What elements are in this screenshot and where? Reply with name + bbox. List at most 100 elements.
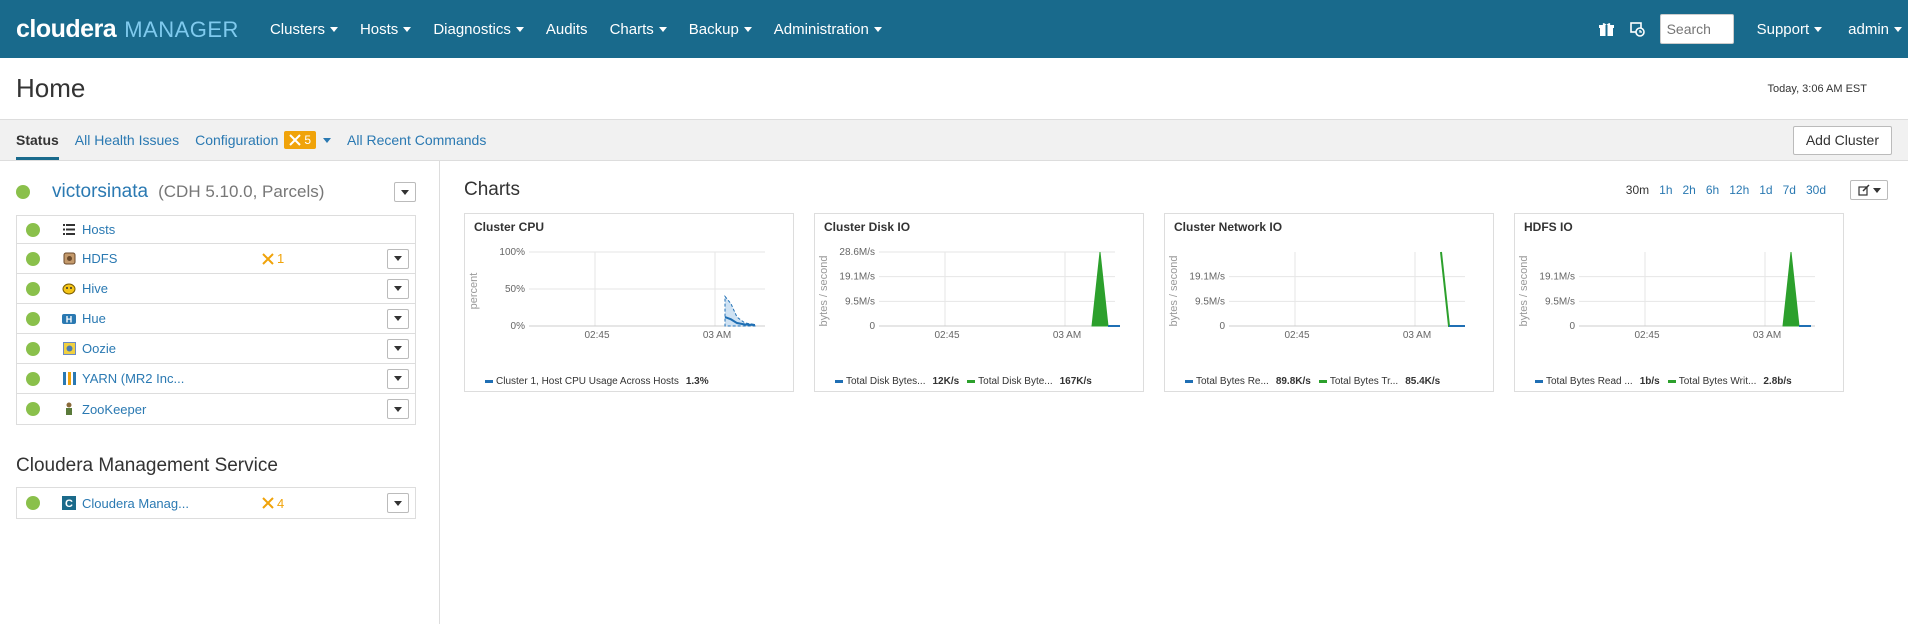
chart-edit-dropdown[interactable] (1850, 180, 1888, 200)
nav-backup[interactable]: Backup (678, 21, 763, 38)
chart-card[interactable]: HDFS IO bytes / second 19.1M/s 9.5M/s 0 02:45… (1514, 213, 1844, 392)
service-actions-dropdown[interactable] (387, 493, 409, 513)
service-name-link[interactable]: Cloudera Manag... (82, 496, 262, 511)
time-range-selector: 30m 1h 2h 6h 12h 1d 7d 30d (1626, 183, 1826, 197)
tab-configuration-label: Configuration (195, 132, 279, 148)
x-tick-label: 03 AM (1053, 330, 1081, 341)
tab-all-health-issues[interactable]: All Health Issues (75, 120, 179, 160)
y-tick-label: 9.5M/s (1545, 296, 1575, 307)
nav-hosts-label: Hosts (359, 20, 399, 38)
list-item: H Hue (17, 304, 415, 334)
legend-item[interactable]: Total Disk Bytes... 12K/s (835, 376, 959, 387)
chart-card[interactable]: Cluster Disk IO bytes / second 28.6M/s 19.1… (814, 213, 1144, 392)
chevron-down-icon (394, 316, 402, 321)
tab-status[interactable]: Status (16, 120, 59, 160)
nav-support[interactable]: Support (1746, 21, 1834, 38)
time-range-30d[interactable]: 30d (1806, 183, 1826, 197)
service-name-link[interactable]: Hue (82, 311, 262, 326)
chart-title: Cluster CPU (474, 220, 545, 234)
time-range-7d[interactable]: 7d (1783, 183, 1796, 197)
service-name-link[interactable]: YARN (MR2 Inc... (82, 371, 262, 386)
service-name-link[interactable]: ZooKeeper (82, 402, 262, 417)
running-commands-icon[interactable] (1624, 16, 1650, 42)
service-actions-dropdown[interactable] (387, 308, 409, 329)
y-tick-label: 0 (1569, 321, 1575, 332)
service-actions-dropdown[interactable] (387, 399, 409, 419)
y-tick-label: 19.1M/s (1189, 272, 1225, 283)
chevron-down-icon (658, 26, 667, 32)
legend-item[interactable]: Total Bytes Read ... 1b/s (1535, 376, 1660, 387)
legend-item[interactable]: Cluster 1, Host CPU Usage Across Hosts 1.… (485, 376, 709, 387)
chevron-down-icon (323, 137, 332, 143)
x-tick-label: 02:45 (584, 330, 609, 341)
nav-hosts[interactable]: Hosts (349, 21, 422, 38)
config-warning[interactable]: 1 (262, 251, 284, 266)
tab-all-recent-commands[interactable]: All Recent Commands (347, 120, 486, 160)
time-range-1d[interactable]: 1d (1759, 183, 1772, 197)
y-tick-label: 0 (1219, 321, 1225, 332)
cluster-actions-dropdown[interactable] (394, 182, 416, 202)
nav-charts[interactable]: Charts (599, 21, 678, 38)
time-range-2h[interactable]: 2h (1683, 183, 1696, 197)
chart-plot: bytes / second 28.6M/s 19.1M/s 9.5M/s 0 02:45… (818, 247, 1120, 341)
service-name-link[interactable]: HDFS (82, 251, 262, 266)
parcel-icon[interactable] (1594, 16, 1620, 42)
chart-title: Cluster Disk IO (824, 220, 911, 234)
service-actions-dropdown[interactable] (387, 278, 409, 299)
page-timestamp[interactable]: Today, 3:06 AM EST (1768, 83, 1867, 95)
top-navbar: cloudera MANAGER Clusters Hosts Diagnost… (0, 0, 1908, 58)
legend-item[interactable]: Total Disk Byte... 167K/s (967, 376, 1092, 387)
legend-label: Total Bytes Writ... (1678, 376, 1757, 387)
legend-item[interactable]: Total Bytes Re... 89.8K/s (1185, 376, 1311, 387)
y-axis-label: bytes / second (818, 256, 830, 327)
time-range-6h[interactable]: 6h (1706, 183, 1719, 197)
nav-administration[interactable]: Administration (763, 21, 893, 38)
y-tick-label: 50% (505, 284, 525, 295)
wrench-icon (289, 134, 302, 146)
x-tick-label: 02:45 (1634, 330, 1659, 341)
time-range-12h[interactable]: 12h (1729, 183, 1749, 197)
cluster-name-link[interactable]: victorsinata (52, 181, 148, 203)
config-warning[interactable]: 4 (262, 496, 284, 511)
main-nav: Clusters Hosts Diagnostics Audits Charts… (259, 21, 893, 38)
service-name-link[interactable]: Hosts (82, 222, 262, 237)
legend-item[interactable]: Total Bytes Writ... 2.8b/s (1667, 376, 1792, 387)
time-range-30m[interactable]: 30m (1626, 183, 1649, 197)
mgmt-service-list: C Cloudera Manag... 4 (16, 487, 416, 519)
chevron-down-icon (1814, 26, 1823, 32)
legend-swatch (1535, 380, 1543, 383)
add-cluster-button[interactable]: Add Cluster (1792, 125, 1892, 155)
legend-item[interactable]: Total Bytes Tr... 85.4K/s (1318, 376, 1440, 387)
time-range-1h[interactable]: 1h (1659, 183, 1672, 197)
health-good-icon (26, 496, 40, 510)
nav-audits[interactable]: Audits (535, 21, 599, 38)
chart-card[interactable]: Cluster Network IO bytes / second 19.1M/s 9… (1164, 213, 1494, 392)
service-actions-dropdown[interactable] (387, 368, 409, 389)
legend-swatch (1185, 380, 1193, 383)
health-good-icon (26, 251, 40, 266)
legend-label: Total Disk Byte... (978, 376, 1053, 387)
service-name-link[interactable]: Hive (82, 281, 262, 296)
y-tick-label: 0 (869, 321, 875, 332)
service-name-link[interactable]: Oozie (82, 341, 262, 356)
tab-configuration[interactable]: Configuration 5 (195, 120, 332, 160)
topbar-right: Support admin (1594, 14, 1908, 44)
y-tick-label: 28.6M/s (839, 247, 875, 258)
nav-clusters[interactable]: Clusters (259, 21, 349, 38)
chart-card[interactable]: Cluster CPU percent 100% 50% 0% 02:45 03 AM Clu… (464, 213, 794, 392)
nav-diagnostics[interactable]: Diagnostics (422, 21, 535, 38)
series-band (724, 294, 756, 327)
list-item: C Cloudera Manag... 4 (17, 488, 415, 518)
user-menu[interactable]: admin (1837, 21, 1908, 38)
list-icon (62, 223, 76, 237)
chart-plot: bytes / second 19.1M/s 9.5M/s 0 02:45 03 AM (1518, 251, 1815, 341)
chevron-down-icon (1894, 26, 1902, 32)
service-actions-dropdown[interactable] (387, 248, 409, 269)
service-actions-dropdown[interactable] (387, 338, 409, 359)
search-input[interactable] (1659, 14, 1734, 44)
chevron-down-icon (743, 26, 752, 32)
health-good-icon (16, 185, 30, 199)
page-title: Home (16, 73, 86, 103)
hue-icon: H (62, 312, 76, 326)
brand-logo[interactable]: cloudera MANAGER (16, 15, 239, 44)
